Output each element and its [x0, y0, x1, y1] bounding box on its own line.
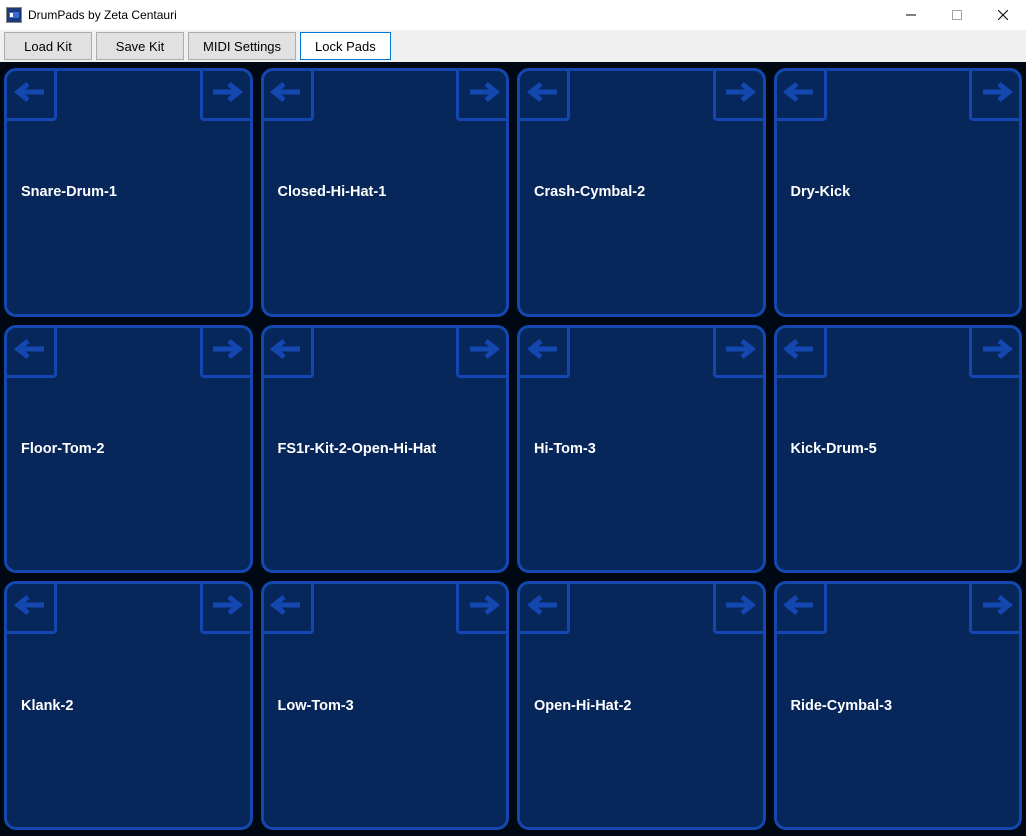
arrow-right-icon [979, 594, 1013, 621]
pad-label: Crash-Cymbal-2 [520, 184, 655, 200]
arrow-right-icon [466, 81, 500, 108]
arrow-left-icon [14, 594, 48, 621]
next-sample-button[interactable] [200, 71, 250, 121]
arrow-right-icon [722, 594, 756, 621]
next-sample-button[interactable] [969, 71, 1019, 121]
drum-pad[interactable]: Ride-Cymbal-3 [774, 581, 1023, 830]
prev-sample-button[interactable] [7, 71, 57, 121]
pad-label: Closed-Hi-Hat-1 [264, 184, 397, 200]
arrow-left-icon [527, 594, 561, 621]
prev-sample-button[interactable] [777, 584, 827, 634]
drum-pad[interactable]: Crash-Cymbal-2 [517, 68, 766, 317]
drum-pad[interactable]: Kick-Drum-5 [774, 325, 1023, 574]
prev-sample-button[interactable] [777, 328, 827, 378]
arrow-left-icon [527, 338, 561, 365]
arrow-right-icon [209, 594, 243, 621]
pad-label: Snare-Drum-1 [7, 184, 127, 200]
arrow-left-icon [270, 81, 304, 108]
minimize-button[interactable] [888, 0, 934, 30]
pad-label: FS1r-Kit-2-Open-Hi-Hat [264, 441, 447, 457]
arrow-left-icon [14, 81, 48, 108]
prev-sample-button[interactable] [7, 584, 57, 634]
pad-grid: Snare-Drum-1 Closed-Hi-Hat-1 Crash-Cymbal-… [0, 62, 1026, 836]
arrow-right-icon [722, 81, 756, 108]
arrow-left-icon [270, 594, 304, 621]
arrow-right-icon [209, 338, 243, 365]
drum-pad[interactable]: Closed-Hi-Hat-1 [261, 68, 510, 317]
next-sample-button[interactable] [456, 328, 506, 378]
pad-label: Low-Tom-3 [264, 698, 364, 714]
window-titlebar: DrumPads by Zeta Centauri [0, 0, 1026, 30]
next-sample-button[interactable] [969, 328, 1019, 378]
arrow-left-icon [527, 81, 561, 108]
prev-sample-button[interactable] [264, 328, 314, 378]
drum-pad[interactable]: Hi-Tom-3 [517, 325, 766, 574]
pad-label: Kick-Drum-5 [777, 441, 887, 457]
maximize-button [934, 0, 980, 30]
drum-pad[interactable]: Klank-2 [4, 581, 253, 830]
arrow-right-icon [466, 338, 500, 365]
pad-label: Klank-2 [7, 698, 83, 714]
window-controls [888, 0, 1026, 30]
main-toolbar: Load Kit Save Kit MIDI Settings Lock Pad… [0, 30, 1026, 62]
pad-label: Open-Hi-Hat-2 [520, 698, 641, 714]
arrow-left-icon [270, 338, 304, 365]
arrow-left-icon [783, 81, 817, 108]
prev-sample-button[interactable] [520, 71, 570, 121]
next-sample-button[interactable] [969, 584, 1019, 634]
lock-pads-button[interactable]: Lock Pads [300, 32, 391, 60]
next-sample-button[interactable] [200, 328, 250, 378]
prev-sample-button[interactable] [777, 71, 827, 121]
drum-pad[interactable]: Floor-Tom-2 [4, 325, 253, 574]
pad-label: Dry-Kick [777, 184, 861, 200]
arrow-left-icon [783, 338, 817, 365]
pad-label: Ride-Cymbal-3 [777, 698, 903, 714]
pad-label: Hi-Tom-3 [520, 441, 606, 457]
drum-pad[interactable]: Open-Hi-Hat-2 [517, 581, 766, 830]
save-kit-button[interactable]: Save Kit [96, 32, 184, 60]
prev-sample-button[interactable] [264, 71, 314, 121]
prev-sample-button[interactable] [520, 328, 570, 378]
drum-pad[interactable]: Low-Tom-3 [261, 581, 510, 830]
load-kit-button[interactable]: Load Kit [4, 32, 92, 60]
next-sample-button[interactable] [456, 71, 506, 121]
arrow-right-icon [209, 81, 243, 108]
prev-sample-button[interactable] [7, 328, 57, 378]
next-sample-button[interactable] [713, 328, 763, 378]
arrow-left-icon [783, 594, 817, 621]
midi-settings-button[interactable]: MIDI Settings [188, 32, 296, 60]
drum-pad[interactable]: FS1r-Kit-2-Open-Hi-Hat [261, 325, 510, 574]
next-sample-button[interactable] [713, 584, 763, 634]
drum-pad[interactable]: Snare-Drum-1 [4, 68, 253, 317]
next-sample-button[interactable] [456, 584, 506, 634]
arrow-left-icon [14, 338, 48, 365]
close-button[interactable] [980, 0, 1026, 30]
drum-pad[interactable]: Dry-Kick [774, 68, 1023, 317]
pad-label: Floor-Tom-2 [7, 441, 115, 457]
arrow-right-icon [979, 81, 1013, 108]
next-sample-button[interactable] [200, 584, 250, 634]
window-title: DrumPads by Zeta Centauri [28, 8, 177, 22]
arrow-right-icon [466, 594, 500, 621]
next-sample-button[interactable] [713, 71, 763, 121]
prev-sample-button[interactable] [520, 584, 570, 634]
arrow-right-icon [979, 338, 1013, 365]
prev-sample-button[interactable] [264, 584, 314, 634]
app-icon [6, 7, 22, 23]
arrow-right-icon [722, 338, 756, 365]
